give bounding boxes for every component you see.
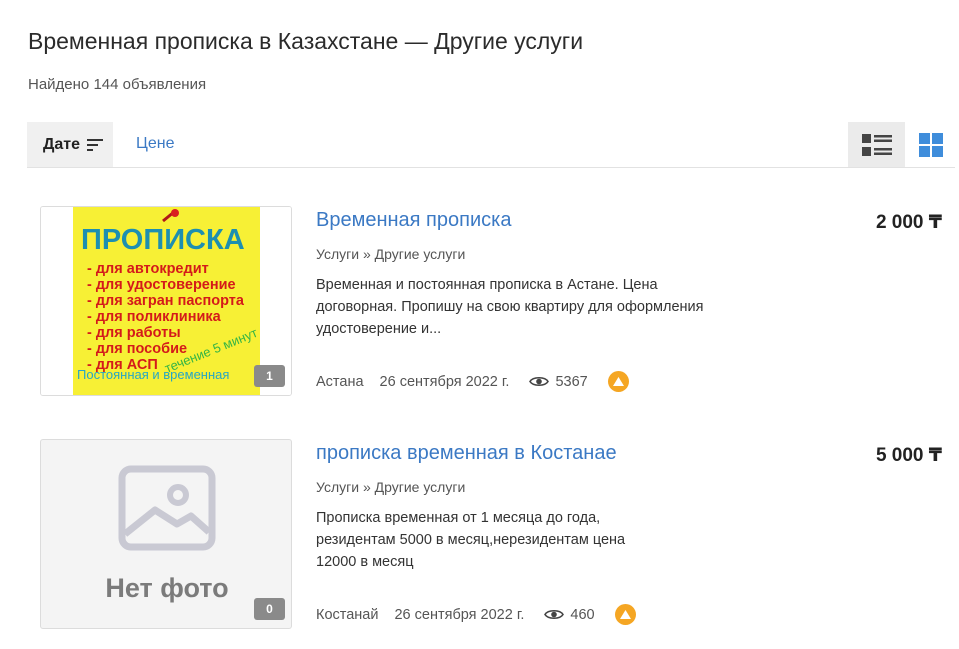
listing-photo[interactable]: Нет фото 0 [40, 439, 292, 629]
photo-count-badge: 0 [254, 598, 285, 620]
listing-city: Астана [316, 373, 364, 390]
sort-bar: Дате Цене [27, 122, 955, 168]
listing-item: ПРОПИСКА - для автокредит - для удостове… [40, 206, 950, 396]
listing-views: 460 [570, 606, 595, 623]
grid-view-button[interactable] [911, 122, 951, 167]
listing-description: Прописка временная от 1 месяца до года, … [316, 510, 626, 570]
listing-item: Нет фото 0 прописка временная в Костанае… [40, 439, 950, 629]
photo-line: - для поликлиника [87, 309, 222, 325]
listing-date: 26 сентября 2022 г. [379, 373, 510, 390]
listing-meta: Астана 26 сентября 2022 г. 5367 [316, 371, 629, 392]
listing-description: Временная и постоянная прописка в Астане… [316, 277, 704, 337]
photo-line: - для пособие [87, 341, 187, 357]
promote-icon[interactable] [607, 371, 629, 392]
listing-category: Услуги » Другие услуги [316, 479, 466, 495]
listing-views: 5367 [555, 373, 588, 390]
eye-icon [544, 608, 565, 621]
photo-line: - для работы [87, 325, 181, 341]
listing-photo[interactable]: ПРОПИСКА - для автокредит - для удостове… [40, 206, 292, 396]
no-photo-label: Нет фото [105, 573, 228, 603]
photo-footer-text: Постоянная и временная [77, 367, 229, 382]
photo-line: - для загран паспорта [87, 293, 245, 309]
photo-heading: ПРОПИСКА [81, 224, 245, 256]
listing-price: 5 000 ₸ [875, 445, 942, 466]
listing-price: 2 000 ₸ [875, 212, 942, 233]
listing-date: 26 сентября 2022 г. [394, 606, 525, 623]
eye-icon [529, 375, 550, 388]
listing-meta: Костанай 26 сентября 2022 г. 460 [316, 604, 636, 625]
sort-by-date-button[interactable]: Дате [27, 122, 113, 167]
photo-line: - для автокредит [87, 261, 209, 277]
listing-title-link[interactable]: Временная прописка [316, 209, 511, 232]
grid-view-icon [919, 132, 943, 157]
photo-line: - для удостоверение [87, 277, 236, 293]
sort-by-date-label: Дате [43, 135, 81, 153]
image-placeholder-icon [118, 465, 216, 551]
page-title: Временная прописка в Казахстане — Другие… [28, 28, 584, 54]
sort-by-price-link[interactable]: Цене [136, 135, 174, 153]
results-count: Найдено 144 объявления [28, 76, 207, 93]
list-view-icon [861, 133, 892, 156]
listing-title-link[interactable]: прописка временная в Костанае [316, 442, 617, 465]
sort-descending-icon [87, 138, 104, 151]
listing-city: Костанай [316, 606, 379, 623]
promote-icon[interactable] [614, 604, 636, 625]
list-view-button[interactable] [848, 122, 905, 167]
photo-count-badge: 1 [254, 365, 285, 387]
listing-category: Услуги » Другие услуги [316, 246, 466, 262]
